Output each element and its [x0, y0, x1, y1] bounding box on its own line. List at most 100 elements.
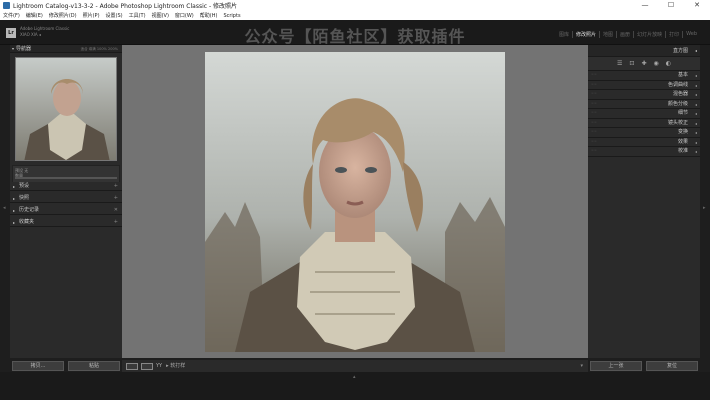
module-library[interactable]: 图库 [556, 31, 574, 38]
menu-help[interactable]: 帮助(H) [200, 12, 218, 19]
module-print[interactable]: 打印 [666, 31, 684, 38]
preset-amount-box: 预设 无 数量 [12, 165, 120, 183]
navigator-label: 导航器 [16, 46, 32, 52]
menu-window[interactable]: 窗口(W) [175, 12, 194, 19]
panel-collections-label: 收藏夹 [19, 219, 35, 225]
section-transform[interactable]: ◦◦ 变换 ◂ [588, 128, 700, 138]
module-book[interactable]: 画册 [617, 31, 635, 38]
panel-history[interactable]: ▸ 历史记录 ✕ [10, 206, 122, 215]
section-lens-corrections-label: 镜头校正 [667, 119, 688, 126]
section-basic-label: 基本 [677, 72, 688, 78]
panel-toggle-icon[interactable]: ◦◦ [591, 138, 597, 147]
add-collection-icon[interactable]: + [114, 218, 118, 227]
menu-photo[interactable]: 照片(P) [83, 12, 100, 19]
panel-collections[interactable]: ▸ 收藏夹 + [10, 218, 122, 227]
collapse-triangle-icon: ◂ [694, 92, 697, 97]
section-detail[interactable]: ◦◦ 细节 ◂ [588, 109, 700, 119]
module-slideshow[interactable]: 幻灯片放映 [634, 31, 667, 38]
minimize-button[interactable]: — [632, 0, 658, 11]
panel-toggle-icon[interactable]: ◦◦ [591, 119, 597, 128]
section-tone-curve-label: 色调曲线 [667, 81, 688, 88]
expand-triangle-icon: ▾ [12, 46, 15, 51]
main-loupe-view[interactable] [122, 45, 588, 358]
loupe-view-button[interactable] [126, 362, 138, 370]
navigator-thumbnail[interactable] [15, 57, 117, 161]
panel-toggle-icon[interactable]: ◦◦ [591, 147, 597, 156]
masking-icon[interactable]: ◐ [666, 60, 671, 67]
left-panel-buttons: 拷贝... 粘贴 [10, 360, 122, 372]
panel-toggle-icon[interactable]: ◦◦ [591, 128, 597, 137]
left-edge-strip[interactable]: ◂ [0, 45, 10, 358]
right-edge-strip[interactable]: ▸ [700, 45, 710, 358]
collapse-triangle-icon: ◂ [694, 101, 697, 107]
navigator-thumbnail-image [16, 58, 116, 160]
navigator-zoom-options[interactable]: 适合 填满 100% 200% [81, 45, 118, 53]
filmstrip-expand-arrow-icon[interactable]: ▴ [353, 374, 356, 380]
amount-slider[interactable] [15, 177, 117, 179]
section-detail-label: 细节 [677, 110, 688, 116]
section-color-mixer[interactable]: ◦◦ 混色器 ◂ [588, 90, 700, 100]
red-eye-icon[interactable]: ◉ [653, 60, 658, 67]
section-effects[interactable]: ◦◦ 效果 ◂ [588, 137, 700, 147]
module-web[interactable]: Web [683, 31, 700, 38]
menu-bar: 文件(F) 编辑(E) 修改照片(D) 照片(P) 设置(S) 工具(T) 视图… [0, 11, 710, 20]
section-lens-corrections[interactable]: ◦◦ 镜头校正 ◂ [588, 118, 700, 128]
panel-snapshots[interactable]: ▸ 快照 + [10, 194, 122, 203]
panel-toggle-icon[interactable]: ◦◦ [591, 90, 597, 99]
reset-button[interactable]: 复位 [646, 361, 698, 371]
copy-settings-button[interactable]: 拷贝... [12, 361, 64, 371]
panel-presets[interactable]: ▸ 预设 + [10, 182, 122, 191]
menu-develop[interactable]: 修改照片(D) [49, 12, 77, 19]
section-calibration[interactable]: ◦◦ 校准 ◂ [588, 147, 700, 157]
title-bar: Lightroom Catalog-v13-3-2 - Adobe Photos… [0, 0, 710, 11]
menu-scripts[interactable]: Scripts [223, 13, 240, 19]
collapse-triangle-icon: ◂ [694, 120, 697, 126]
filmstrip-collapsed[interactable]: ▴ [0, 372, 710, 400]
module-map[interactable]: 地图 [600, 31, 618, 38]
maximize-button[interactable]: ☐ [658, 0, 684, 11]
panel-toggle-icon[interactable]: ◦◦ [591, 71, 597, 80]
add-preset-icon[interactable]: + [114, 182, 118, 191]
healing-icon[interactable]: ✚ [641, 60, 646, 67]
panel-history-label: 历史记录 [19, 207, 40, 213]
lightroom-app-icon [3, 2, 10, 9]
histogram-header[interactable]: 直方图 ◂ [588, 45, 700, 57]
panel-snapshots-label: 快照 [19, 195, 30, 201]
toolbar-options-chevron-icon[interactable]: ▾ [580, 363, 583, 369]
menu-settings[interactable]: 设置(S) [106, 12, 123, 19]
expand-triangle-icon: ◂ [694, 48, 697, 53]
menu-file[interactable]: 文件(F) [3, 12, 20, 19]
window-title: Lightroom Catalog-v13-3-2 - Adobe Photos… [13, 3, 238, 10]
close-button[interactable]: ✕ [684, 0, 710, 11]
section-color-grading[interactable]: ◦◦ 颜色分级 ◂ [588, 99, 700, 109]
collapse-triangle-icon: ▸ [13, 208, 16, 213]
right-collapse-arrow-icon[interactable]: ▸ [703, 205, 706, 211]
left-collapse-arrow-icon[interactable]: ◂ [3, 205, 6, 211]
panel-presets-label: 预设 [19, 183, 30, 189]
navigator-header[interactable]: ▾ 导航器 适合 填满 100% 200% [10, 45, 122, 53]
previous-button[interactable]: 上一张 [590, 361, 642, 371]
crop-icon[interactable]: ⊡ [629, 60, 634, 67]
panel-toggle-icon[interactable]: ◦◦ [591, 109, 597, 118]
add-snapshot-icon[interactable]: + [114, 194, 118, 203]
section-tone-curve[interactable]: ◦◦ 色调曲线 ◂ [588, 80, 700, 90]
main-photo[interactable] [205, 52, 505, 352]
histogram-label: 直方图 [672, 48, 688, 54]
collapse-triangle-icon: ◂ [694, 130, 697, 135]
module-develop[interactable]: 修改照片 [573, 31, 601, 38]
menu-tools[interactable]: 工具(T) [129, 12, 146, 19]
section-calibration-label: 校准 [677, 148, 688, 154]
compare-view-button[interactable] [141, 362, 153, 370]
panel-toggle-icon[interactable]: ◦◦ [591, 100, 597, 109]
menu-view[interactable]: 视图(V) [152, 12, 169, 19]
panel-toggle-icon[interactable]: ◦◦ [591, 81, 597, 90]
section-basic[interactable]: ◦◦ 基本 ◂ [588, 71, 700, 81]
soft-proofing-toggle[interactable]: ▸ 软打样 [166, 362, 185, 370]
menu-edit[interactable]: 编辑(E) [26, 12, 43, 19]
collapse-triangle-icon: ◂ [694, 73, 697, 78]
right-panel-buttons: 上一张 复位 [588, 360, 700, 372]
reference-view-button[interactable]: YY [156, 362, 162, 370]
edit-sliders-icon[interactable]: ☰ [617, 60, 622, 67]
clear-history-icon[interactable]: ✕ [114, 206, 118, 215]
paste-settings-button[interactable]: 粘贴 [68, 361, 120, 371]
